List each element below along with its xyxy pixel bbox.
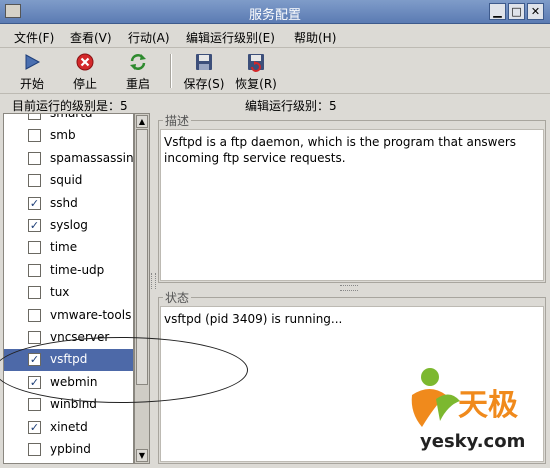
service-row-smartd[interactable]: smartd <box>4 113 133 125</box>
window-title: 服务配置 <box>248 8 301 23</box>
service-checkbox[interactable] <box>28 263 41 277</box>
service-checkbox[interactable] <box>28 398 41 412</box>
service-row-webmin[interactable]: ✓ webmin <box>4 372 133 394</box>
service-name: spamassassin <box>50 150 134 165</box>
scroll-thumb[interactable] <box>136 129 148 385</box>
service-checkbox[interactable]: ✓ <box>28 375 41 389</box>
service-list[interactable]: smartd smb spamassassin squid ✓ sshd ✓ syslog ti… <box>3 113 134 464</box>
save-label: 保存(S) <box>183 77 225 91</box>
scroll-up-arrow[interactable]: ▲ <box>136 115 148 128</box>
minimize-button[interactable]: ▁ <box>489 3 506 20</box>
service-row-time-udp[interactable]: time-udp <box>4 260 133 282</box>
toolbar-separator <box>170 54 172 88</box>
play-icon <box>25 54 41 70</box>
service-row-sshd[interactable]: ✓ sshd <box>4 193 133 215</box>
service-row-xinetd[interactable]: ✓ xinetd <box>4 417 133 439</box>
service-row-tux[interactable]: tux <box>4 282 133 304</box>
service-name: time-udp <box>50 262 105 277</box>
service-row-time[interactable]: time <box>4 237 133 259</box>
service-row-ypbind[interactable]: ypbind <box>4 439 133 461</box>
edit-runlevel-text: 编辑运行级别：5 <box>245 99 337 113</box>
service-checkbox[interactable]: ✓ <box>28 219 41 232</box>
revert-label: 恢复(R) <box>235 77 277 91</box>
revert-icon <box>248 54 264 72</box>
service-name: time <box>50 240 78 255</box>
start-label: 开始 <box>19 77 44 91</box>
stop-button[interactable]: 停止 <box>63 52 107 92</box>
service-checkbox[interactable] <box>28 286 41 300</box>
service-checkbox[interactable] <box>28 114 41 120</box>
splitter-grip[interactable] <box>151 273 156 289</box>
service-checkbox[interactable] <box>28 241 41 255</box>
service-name: vsftpd <box>50 352 88 367</box>
restart-button[interactable]: 重启 <box>116 52 160 92</box>
start-button[interactable]: 开始 <box>10 52 54 92</box>
service-checkbox[interactable] <box>28 308 41 322</box>
current-runlevel-text: 目前运行的级别是：5 <box>12 99 128 113</box>
service-checkbox[interactable]: ✓ <box>28 420 41 434</box>
service-name: xinetd <box>50 419 88 434</box>
service-row-vsftpd[interactable]: ✓ vsftpd <box>4 349 133 372</box>
menu-file[interactable]: 文件(F) <box>14 29 54 46</box>
service-name: syslog <box>50 218 88 232</box>
service-checkbox[interactable] <box>28 129 41 143</box>
description-frame: 描述 Vsftpd is a ftp daemon, which is the … <box>158 112 546 283</box>
service-row-winbind[interactable]: winbind <box>4 394 133 416</box>
service-name: winbind <box>50 397 97 412</box>
restart-label: 重启 <box>125 77 150 91</box>
scroll-down-arrow[interactable]: ▼ <box>136 449 148 462</box>
menu-edit-runlevel[interactable]: 编辑运行级别(E) <box>186 29 275 46</box>
service-name: webmin <box>50 374 98 389</box>
save-button[interactable]: 保存(S) <box>180 52 228 92</box>
service-checkbox[interactable]: ✓ <box>28 196 41 210</box>
yesky-watermark-logo: 天极 yesky.com <box>400 355 546 461</box>
service-checkbox[interactable] <box>28 443 41 456</box>
service-row-vmware-tools[interactable]: vmware-tools <box>4 305 133 327</box>
restart-icon <box>130 54 146 70</box>
maximize-button[interactable]: □ <box>508 3 525 20</box>
service-checkbox[interactable] <box>28 151 41 165</box>
stop-label: 停止 <box>72 77 97 91</box>
service-checkbox[interactable] <box>28 174 41 188</box>
title-bar: 服务配置 ▁ □ ✕ <box>0 0 550 24</box>
toolbar: 开始 停止 重启 保存(S) 恢复(R) <box>0 48 550 94</box>
service-row-vncserver[interactable]: vncserver <box>4 327 133 349</box>
service-name: squid <box>50 173 83 188</box>
service-list-scrollbar[interactable]: ▲ ▼ <box>134 113 150 464</box>
close-button[interactable]: ✕ <box>527 3 544 20</box>
service-row-squid[interactable]: squid <box>4 170 133 192</box>
service-row-syslog[interactable]: ✓ syslog <box>4 215 133 237</box>
service-name: sshd <box>50 195 78 210</box>
floppy-save-icon <box>196 54 212 70</box>
logo-brand-cn: 天极 <box>458 388 518 423</box>
service-name: smartd <box>50 113 93 120</box>
description-text: Vsftpd is a ftp daemon, which is the pro… <box>160 129 544 281</box>
service-checkbox[interactable]: ✓ <box>28 353 41 367</box>
service-name: vncserver <box>50 330 110 344</box>
menu-action[interactable]: 行动(A) <box>128 29 170 46</box>
service-name: vmware-tools <box>50 307 132 322</box>
status-label: 状态 <box>163 289 192 306</box>
stop-icon <box>76 53 94 71</box>
service-name: ypbind <box>50 442 91 456</box>
description-label: 描述 <box>163 112 192 129</box>
service-row-smb[interactable]: smb <box>4 125 133 147</box>
service-name: tux <box>50 285 70 300</box>
menu-help[interactable]: 帮助(H) <box>294 29 336 46</box>
logo-brand-url: yesky.com <box>420 431 525 452</box>
frame-splitter-grip[interactable] <box>340 285 358 291</box>
revert-button[interactable]: 恢复(R) <box>232 52 280 92</box>
service-checkbox[interactable] <box>28 331 41 344</box>
service-row-spamassassin[interactable]: spamassassin <box>4 148 133 170</box>
menu-view[interactable]: 查看(V) <box>70 29 112 46</box>
menu-bar: 文件(F) 查看(V) 行动(A) 编辑运行级别(E) 帮助(H) <box>0 24 550 48</box>
pane-splitter[interactable] <box>150 113 158 464</box>
service-name: smb <box>50 128 76 143</box>
yesky-logo-icon: 天极 yesky.com <box>411 368 525 452</box>
